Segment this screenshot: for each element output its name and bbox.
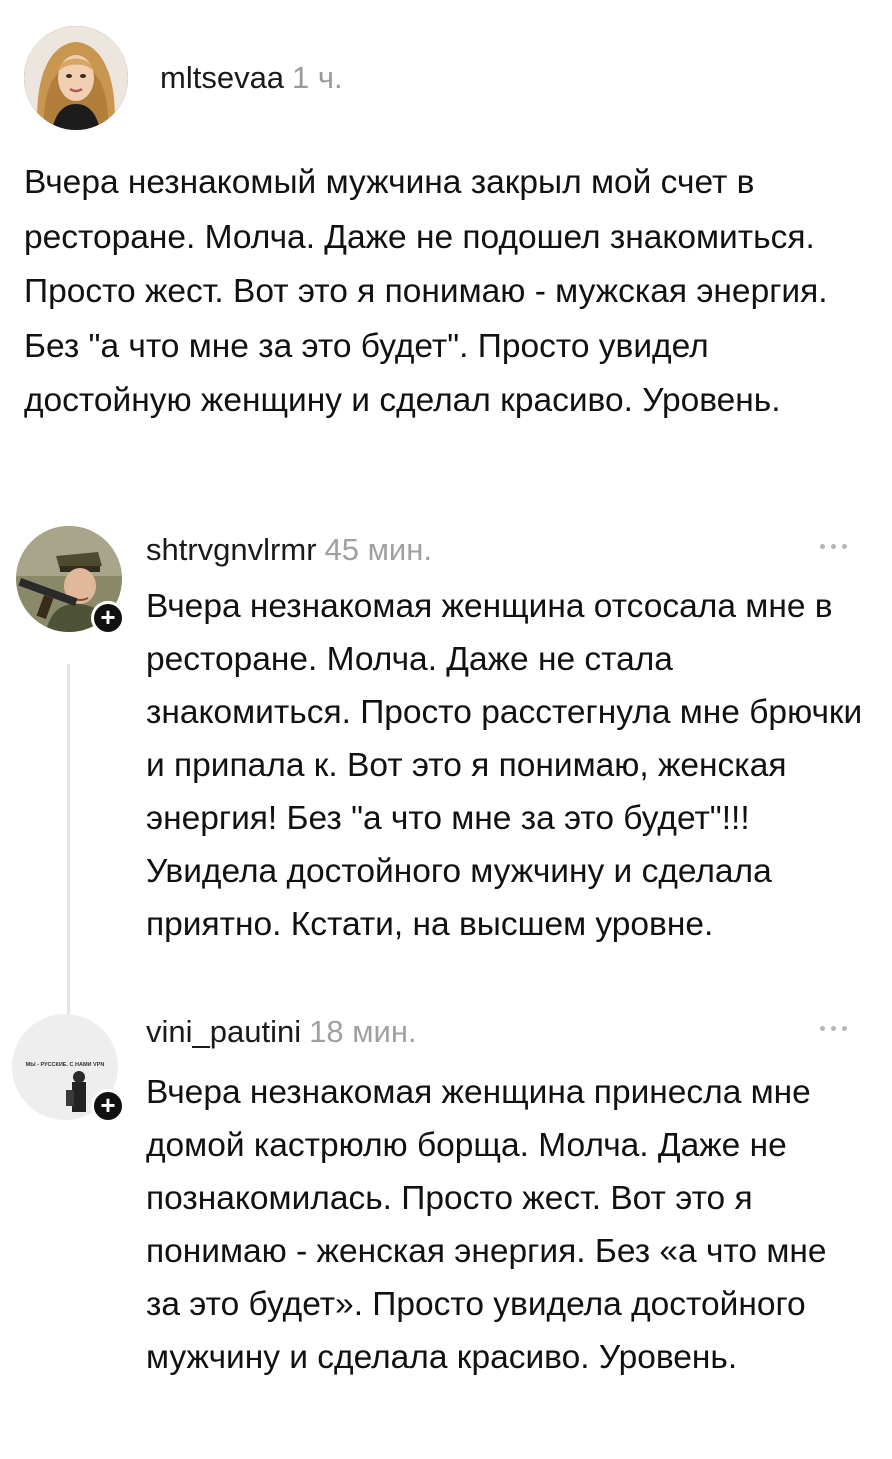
comment-text: Вчера незнакомая женщина принесла мне до… bbox=[146, 1074, 827, 1376]
avatar-caption: МЫ - РУССКИЕ. С НАМИ VPN bbox=[26, 1062, 105, 1068]
follow-plus-icon[interactable]: + bbox=[91, 601, 125, 635]
post-text: Вчера незнакомый мужчина закрыл мой счет… bbox=[24, 164, 828, 419]
comment-author[interactable]: shtrvgnvlrmr bbox=[146, 532, 317, 567]
woman-portrait-icon bbox=[24, 26, 128, 130]
comment-author[interactable]: vini_pautini bbox=[146, 1014, 301, 1049]
post-author[interactable]: mltsevaa bbox=[160, 60, 284, 95]
more-dots-icon[interactable] bbox=[814, 1018, 854, 1038]
thread-line bbox=[67, 664, 70, 1014]
author-avatar[interactable] bbox=[24, 26, 128, 130]
comment-time: 45 мин. bbox=[324, 532, 432, 567]
comment-meta: shtrvgnvlrmr 45 мин. bbox=[146, 530, 432, 570]
follow-plus-icon[interactable]: + bbox=[91, 1089, 125, 1123]
comment-meta: vini_pautini 18 мин. bbox=[146, 1012, 417, 1052]
post-time: 1 ч. bbox=[292, 60, 343, 95]
comment-time: 18 мин. bbox=[309, 1014, 417, 1049]
post-meta: mltsevaa 1 ч. bbox=[160, 58, 343, 98]
comment-text: Вчера незнакомая женщина отсосала мне в … bbox=[146, 588, 863, 943]
more-dots-icon[interactable] bbox=[814, 536, 854, 556]
